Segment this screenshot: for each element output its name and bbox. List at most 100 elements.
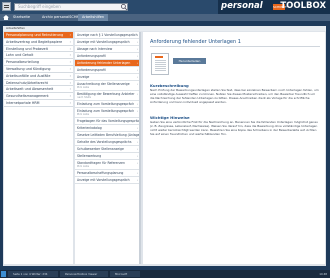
sidebar-item-label: Einstellung und Probezeit (6, 46, 48, 51)
search-icon[interactable] (120, 3, 128, 11)
sidebar-item[interactable]: Arbeitsvertrag und Begleitpapiere › (4, 39, 73, 46)
sidebar-item-label: Personalplanung und Rekrutierung (6, 33, 64, 37)
list-item[interactable]: Anforderung fehlender Unterlagen › (75, 60, 140, 67)
list-item-label: Fragebogen für das Vorstellungsgespräch (77, 119, 140, 123)
chevron-right-icon: › (136, 54, 138, 58)
list-item-sublabel: Pick Liste (77, 113, 90, 116)
main-content: Arbeitshilfen Personalplanung und Rekrut… (3, 26, 326, 266)
chevron-right-icon: › (136, 161, 138, 165)
taskbar-item[interactable]: Microsoft (110, 271, 140, 277)
chevron-right-icon: › (69, 33, 71, 37)
search-input[interactable]: Suchbegriff eingeben (14, 3, 128, 11)
list-item-label: Personalbeschaffungsplanung (77, 171, 124, 175)
sidebar-item-label: Internetportale HRM (6, 100, 40, 105)
chevron-right-icon: › (136, 40, 138, 44)
list-item[interactable]: Anzeige nach § 1 Vorstellungsgespräch › (75, 32, 140, 39)
chevron-right-icon: › (69, 100, 71, 105)
sidebar-item[interactable]: Gesundheitsmanagement › (4, 93, 73, 100)
list-item[interactable]: Gehalte des Vorstellungsgesprächs › (75, 139, 140, 146)
list-item[interactable]: Ausschreibung der Stellenanzeige Pick Lis… (75, 81, 140, 91)
sidebar-item[interactable]: Verwaltung und Kündigung › (4, 66, 73, 73)
menu-icon[interactable] (2, 2, 11, 11)
scrollbar[interactable] (139, 32, 141, 264)
taskbar-item[interactable]: Personal-Toolbox Viewer (60, 271, 108, 277)
chevron-right-icon: › (136, 147, 138, 151)
sidebar-item[interactable]: Personalplanung und Rekrutierung › (4, 32, 73, 39)
nav-arbeitshilfen[interactable]: Arbeitshilfen (78, 14, 109, 21)
list-item[interactable]: Gesetze Leitfaden Berufsleitung (Anlage)… (75, 132, 140, 139)
chevron-right-icon: › (69, 60, 71, 65)
sidebar-item[interactable]: Arbeitszeit und Abwesenheit › (4, 86, 73, 94)
sidebar-item[interactable]: Arbeitsunfälle und Ausfälle › (4, 73, 73, 80)
chevron-right-icon: › (136, 109, 138, 113)
list-item-label: Anforderung fehlender Unterlagen (77, 61, 131, 65)
sidebar-item-label: Arbeitsunfälle und Ausfälle (6, 73, 51, 78)
sidebar-item-label: Gesundheitsmanagement (6, 94, 49, 99)
sidebar-item[interactable]: Personalbeurteilung › (4, 59, 73, 66)
list-item-label: Anforderungsprofil (77, 68, 106, 72)
nav-startseite[interactable]: Startseite (9, 14, 34, 21)
list-item[interactable]: Kriterienkatalog › (75, 125, 140, 132)
category-menu: Personalplanung und Rekrutierung › Arbeits… (4, 32, 73, 264)
chevron-right-icon: › (136, 154, 138, 158)
brand-name: personal (221, 1, 263, 11)
divider (150, 46, 320, 47)
breadcrumb: Startseite Archiv personalSCHMIDT Arbeit… (0, 14, 330, 21)
chevron-right-icon: › (136, 140, 138, 144)
sidebar-item[interactable]: Einstellung und Probezeit › (4, 46, 73, 53)
list-item[interactable]: Personalbeschaffungsplanung › (75, 170, 140, 177)
list-item-label: Anforderungsprofil (77, 54, 106, 58)
chevron-right-icon: › (136, 119, 138, 123)
list-item[interactable]: Schulbewerber Stellenanzeige › (75, 146, 140, 153)
list-item-label: Anzeige mit Vorstellungsgespräch (77, 40, 130, 44)
document-thumbnail[interactable] (151, 53, 169, 75)
list-item-label: Anzeige mit Vorstellungsgespräch (77, 178, 130, 182)
list-item-label: Anzeige nach § 1 Vorstellungsgespräch (77, 33, 138, 37)
list-item-label: Gehalte des Vorstellungsgesprächs (77, 140, 132, 144)
sidebar-item-label: Arbeitsvertrag und Begleitpapiere (6, 39, 63, 44)
chevron-right-icon: › (69, 87, 71, 92)
list-item[interactable]: Anzeige mit Vorstellungsgespräch › (75, 39, 140, 46)
start-button[interactable] (1, 271, 6, 277)
top-bar: Suchbegriff eingeben personal SCHMIDT TO… (0, 0, 330, 14)
list-item[interactable]: Absage nach Interview › (75, 46, 140, 53)
chevron-right-icon: › (136, 92, 138, 96)
taskbar-item[interactable]: Seite 1 von 4 Wörter: 234 (8, 271, 58, 277)
chevron-right-icon: › (69, 66, 71, 71)
sidebar-item-label: Datenschutz/Arbeitsrecht (6, 80, 48, 85)
clock: 10:48 (319, 272, 327, 276)
sidebar-item[interactable]: Lohn und Gehalt › (4, 52, 73, 60)
chevron-right-icon: › (136, 126, 138, 130)
sidebar-item[interactable]: Internetportale HRM › (4, 100, 73, 107)
list-item[interactable]: Stellenwerbung › (75, 153, 140, 160)
list-item[interactable]: Anforderungsprofil › (75, 67, 140, 74)
chevron-right-icon: › (136, 61, 138, 65)
download-button[interactable]: Herunterladen (173, 58, 206, 64)
sidebar-item[interactable]: Datenschutz/Arbeitsrecht › (4, 80, 73, 87)
list-item[interactable]: Einladung zum Vorstellungsgespräch › (75, 101, 140, 108)
list-item[interactable]: Fragebogen für das Vorstellungsgespräch › (75, 118, 140, 125)
document-detail: Anforderung fehlender Unterlagen 1 Herun… (143, 32, 325, 264)
list-item-sublabel: nach Stufe (77, 96, 91, 99)
sidebar-item-label: Arbeitszeit und Abwesenheit (6, 87, 54, 92)
list-item[interactable]: Standardfragen für Referenzen Pick Liste › (75, 160, 140, 170)
list-item-label: Einladung zum Vorstellungsgespräch (77, 102, 135, 106)
list-item[interactable]: Anforderungsprofil › (75, 53, 140, 60)
chevron-right-icon: › (136, 75, 138, 79)
list-item[interactable]: Anzeige mit Vorstellungsgespräch › (75, 177, 140, 184)
chevron-right-icon: › (69, 73, 71, 78)
list-item[interactable]: Anzeige › (75, 74, 140, 81)
chevron-right-icon: › (69, 39, 71, 44)
list-item-label: Gesetze Leitfaden Berufsleitung (Anlage) (77, 133, 140, 137)
sidebar-item-label: Verwaltung und Kündigung (6, 66, 51, 71)
chevron-right-icon: › (136, 133, 138, 137)
chevron-right-icon: › (136, 47, 138, 51)
section-text-kurzbeschreibung: Nach Prüfung der Bewerbungsunterlagen st… (150, 88, 319, 104)
chevron-right-icon: › (136, 82, 138, 86)
list-item[interactable]: Einladung zum Vorstellungsgespräch Pick L… (75, 108, 140, 118)
brand-logo: personal SCHMIDT TOOLBOX (218, 0, 330, 14)
list-item[interactable]: Bestätigung der Bewerbung Anbieter nach S… (75, 91, 140, 101)
column-heading: Arbeitshilfen (3, 26, 326, 31)
chevron-right-icon: › (136, 68, 138, 72)
sidebar-item-label: Lohn und Gehalt (6, 53, 34, 58)
